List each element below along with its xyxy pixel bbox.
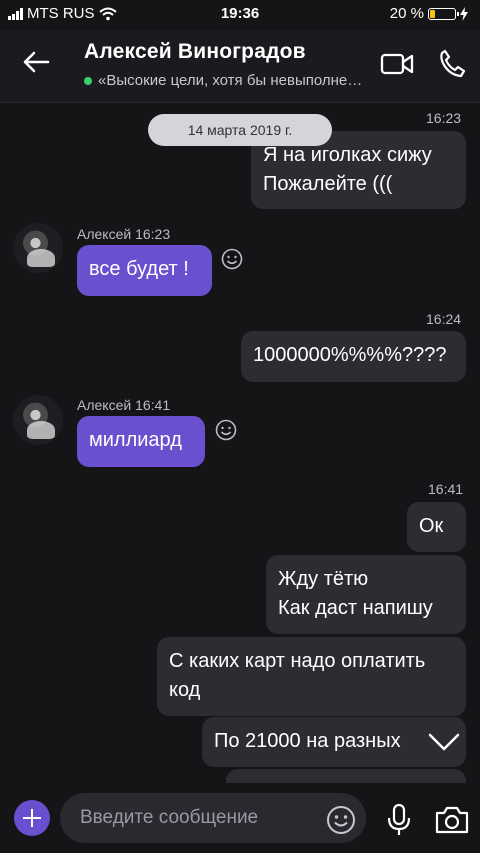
message-text: Пожалейте ((( xyxy=(263,173,393,195)
incoming-message[interactable]: все будет ! xyxy=(77,245,212,296)
date-separator: 14 марта 2019 г. xyxy=(148,114,332,146)
outgoing-message[interactable]: Жду тётю Как даст напишу xyxy=(266,555,466,634)
online-indicator xyxy=(84,76,92,85)
battery-icon xyxy=(428,7,459,20)
composer xyxy=(0,783,480,853)
plus-icon[interactable] xyxy=(14,800,50,836)
avatar[interactable] xyxy=(13,395,63,445)
emoji-icon[interactable] xyxy=(326,805,356,835)
sender-label: Алексей 16:41 xyxy=(77,397,171,413)
message-text: Жду тётю xyxy=(278,568,369,590)
message-text: все будет ! xyxy=(89,258,189,280)
message-text: миллиард xyxy=(89,429,182,451)
chevron-down-icon[interactable] xyxy=(424,729,464,755)
smile-icon[interactable] xyxy=(221,248,243,270)
message-text: По 21000 на разных xyxy=(214,730,401,752)
outgoing-message[interactable]: 1000000%%%%???? xyxy=(241,331,466,382)
battery-percent: 20 % xyxy=(389,5,424,22)
message-text: С каких карт надо оплатить xyxy=(169,650,426,672)
message-text: Ок xyxy=(419,515,444,537)
message-time: 16:23 xyxy=(426,110,462,126)
contact-name[interactable]: Алексей Виноградов xyxy=(84,40,306,64)
video-call-icon[interactable] xyxy=(380,52,414,76)
outgoing-message[interactable]: Ок xyxy=(407,502,466,552)
back-arrow-icon[interactable] xyxy=(22,50,50,74)
sender-label: Алексей 16:23 xyxy=(77,226,171,242)
message-time: 16:41 xyxy=(428,481,464,497)
message-text: код xyxy=(169,679,201,701)
contact-status: «Высокие цели, хотя бы невыполне… xyxy=(84,72,384,89)
status-bar: MTS RUS 19:36 20 % xyxy=(0,0,480,30)
message-list[interactable]: 16:23 Я на иголках сижу Пожалейте ((( 14… xyxy=(0,103,480,799)
status-text: «Высокие цели, хотя бы невыполне… xyxy=(98,72,363,89)
message-input[interactable] xyxy=(60,793,366,843)
message-time: 16:24 xyxy=(426,311,462,327)
camera-icon[interactable] xyxy=(434,805,470,835)
message-text: Как даст напишу xyxy=(278,597,433,619)
smile-icon[interactable] xyxy=(215,419,237,441)
charging-icon xyxy=(460,6,468,21)
message-text: 1000000%%%%???? xyxy=(253,344,447,366)
microphone-icon[interactable] xyxy=(386,803,412,837)
chat-header: Алексей Виноградов «Высокие цели, хотя б… xyxy=(0,30,480,103)
avatar[interactable] xyxy=(13,223,63,273)
incoming-message[interactable]: миллиард xyxy=(77,416,205,467)
outgoing-message[interactable]: С каких карт надо оплатить код xyxy=(157,637,466,716)
phone-icon[interactable] xyxy=(438,48,466,78)
